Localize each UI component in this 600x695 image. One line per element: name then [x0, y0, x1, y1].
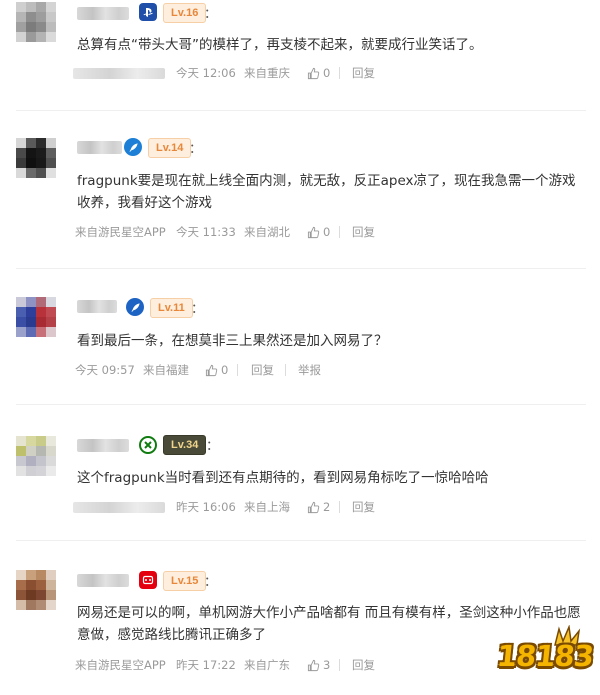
comment-text: 看到最后一条，在想莫非三上果然还是加入网易了？ — [77, 333, 388, 349]
like-button[interactable]: 3 — [307, 656, 330, 674]
thumbs-up-icon — [307, 659, 320, 671]
separator — [339, 659, 340, 671]
feather-badge-icon — [126, 298, 144, 316]
avatar[interactable] — [16, 297, 56, 337]
like-count: 0 — [323, 66, 331, 80]
comment-meta: 来自游民星空APP 昨天 17:22 来自广东 3 回复 — [75, 656, 457, 674]
timestamp: 今天 11:33 — [176, 225, 236, 239]
reply-button[interactable]: 回复 — [352, 223, 375, 241]
reply-button[interactable]: 回复 — [352, 64, 375, 82]
like-count: 2 — [323, 500, 331, 514]
divider — [16, 268, 586, 269]
location: 来自福建 — [143, 363, 189, 377]
like-count: 0 — [323, 225, 331, 239]
separator — [285, 364, 286, 376]
like-button[interactable]: 0 — [307, 64, 330, 82]
reply-button[interactable]: 回复 — [251, 361, 274, 379]
like-button[interactable]: 0 — [307, 223, 330, 241]
separator — [339, 226, 340, 238]
colon: ： — [204, 575, 218, 590]
comment-meta: 昨天 16:06 来自上海 2 回复 — [73, 498, 457, 516]
avatar[interactable] — [16, 2, 56, 42]
timestamp: 昨天 17:22 — [176, 658, 236, 672]
report-button[interactable]: 举报 — [298, 361, 321, 379]
avatar[interactable] — [16, 436, 56, 476]
location: 来自湖北 — [244, 225, 290, 239]
nintendo-icon — [139, 571, 157, 589]
like-count: 3 — [323, 658, 331, 672]
thumbs-up-icon — [307, 501, 320, 513]
comment-text: 总算有点“带头大哥”的模样了，再支棱不起来，就要成行业笑话了。 — [77, 37, 483, 53]
separator — [339, 67, 340, 79]
level-badge: Lv.16 — [163, 3, 207, 23]
username[interactable] — [77, 141, 122, 154]
level-badge: Lv.11 — [150, 298, 193, 318]
username[interactable] — [77, 300, 117, 313]
comment-meta: 今天 12:06 来自重庆 0 回复 — [73, 64, 457, 82]
timestamp: 今天 09:57 — [75, 363, 135, 377]
location: 来自重庆 — [244, 66, 290, 80]
source-blurred — [73, 68, 165, 79]
reply-button[interactable]: 回复 — [352, 656, 375, 674]
username[interactable] — [77, 574, 129, 587]
divider — [16, 404, 586, 405]
username[interactable] — [77, 439, 129, 452]
site-logo: 18183 — [495, 625, 595, 689]
level-badge: Lv.15 — [163, 571, 207, 591]
like-button[interactable]: 2 — [307, 498, 330, 516]
thumbs-up-icon — [205, 364, 218, 376]
comment-text: fragpunk要是现在就上线全面内测，就无敌，反正apex凉了，现在我急需一个… — [77, 173, 576, 211]
separator — [339, 501, 340, 513]
colon: ： — [204, 7, 218, 22]
comment-meta: 今天 09:57 来自福建 0 回复 举报 — [75, 361, 457, 379]
level-badge: Lv.34 — [163, 435, 207, 455]
like-count: 0 — [221, 363, 229, 377]
thumbs-up-icon — [307, 67, 320, 79]
logo-text: 18183 — [495, 639, 595, 673]
comment-meta: 来自游民星空APP 今天 11:33 来自湖北 0 回复 — [75, 223, 457, 241]
location: 来自上海 — [244, 500, 290, 514]
playstation-icon — [139, 3, 157, 21]
divider — [16, 110, 586, 111]
avatar[interactable] — [16, 138, 56, 178]
feather-badge-icon — [124, 138, 142, 156]
colon: ： — [189, 142, 203, 157]
avatar[interactable] — [16, 570, 56, 610]
source-blurred — [73, 502, 165, 513]
colon: ： — [191, 302, 205, 317]
separator — [237, 364, 238, 376]
timestamp: 今天 12:06 — [176, 66, 236, 80]
level-badge: Lv.14 — [148, 138, 192, 158]
username[interactable] — [77, 7, 129, 20]
divider — [16, 540, 586, 541]
xbox-icon — [139, 436, 157, 454]
timestamp: 昨天 16:06 — [176, 500, 236, 514]
like-button[interactable]: 0 — [205, 361, 228, 379]
colon: ： — [206, 439, 220, 454]
source-app: 来自游民星空APP — [75, 658, 166, 672]
location: 来自广东 — [244, 658, 290, 672]
reply-button[interactable]: 回复 — [352, 498, 375, 516]
comment-text: 这个fragpunk当时看到还有点期待的，看到网易角标吃了一惊哈哈哈 — [77, 470, 489, 486]
source-app: 来自游民星空APP — [75, 225, 166, 239]
thumbs-up-icon — [307, 226, 320, 238]
